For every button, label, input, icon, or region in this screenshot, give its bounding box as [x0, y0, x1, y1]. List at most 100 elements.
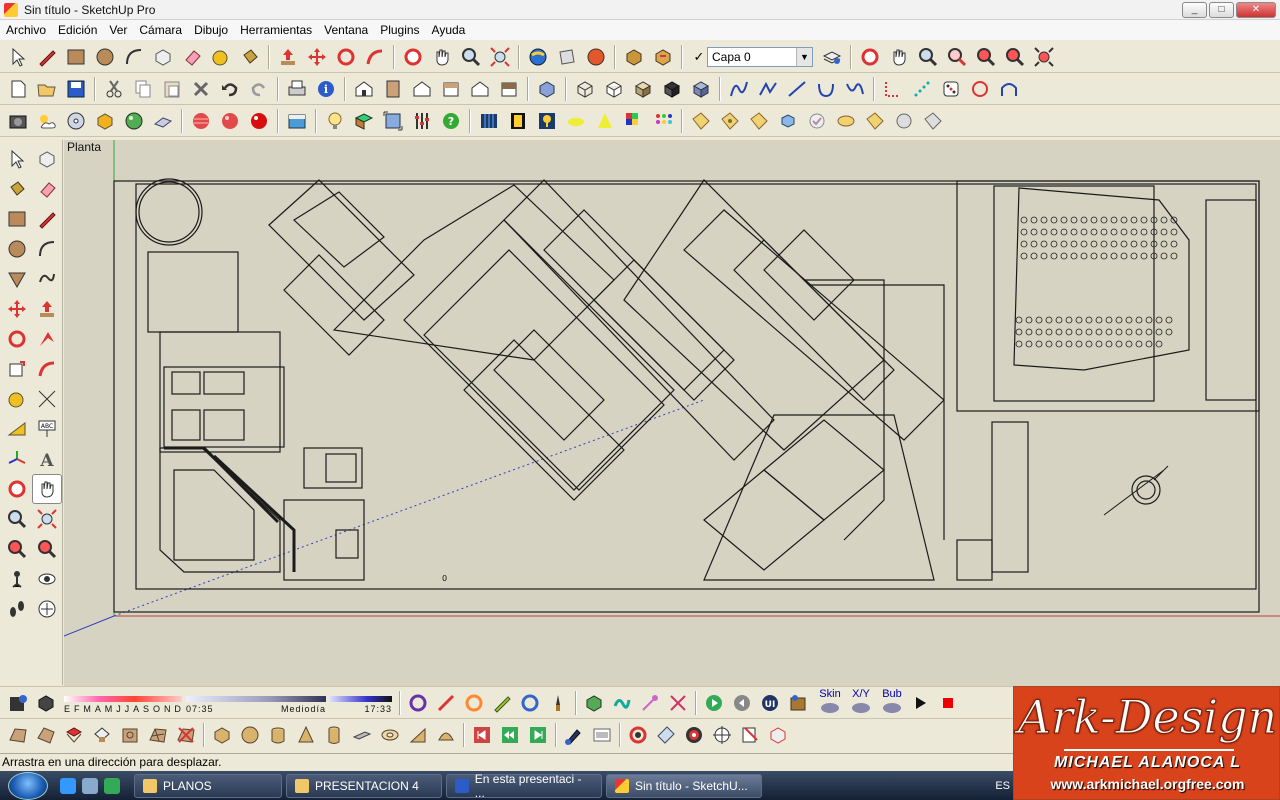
taskbar-item-presentacion[interactable]: PRESENTACION 4: [286, 773, 442, 798]
menu-plugins[interactable]: Plugins: [374, 23, 425, 37]
taskbar-item-sketchup[interactable]: Sin título - SketchU...: [606, 773, 762, 798]
green-pencil-icon[interactable]: [488, 689, 516, 717]
hidden-line-style-icon[interactable]: [600, 75, 628, 103]
help-icon[interactable]: ?: [437, 107, 465, 135]
pink-pin-icon[interactable]: [636, 689, 664, 717]
tape-measure-icon[interactable]: [207, 43, 235, 71]
push-pull-left-icon[interactable]: [32, 294, 62, 324]
add-detail-icon[interactable]: [144, 721, 172, 749]
messenger-icon[interactable]: [104, 777, 120, 794]
light-icon[interactable]: [321, 107, 349, 135]
circle-icon[interactable]: [2, 234, 32, 264]
bomb-tool-icon[interactable]: [624, 721, 652, 749]
play-green-icon[interactable]: [700, 689, 728, 717]
new-file-icon[interactable]: [4, 75, 32, 103]
anim-first-icon[interactable]: [468, 721, 496, 749]
model-info-icon[interactable]: i: [312, 75, 340, 103]
place-model-icon[interactable]: [582, 43, 610, 71]
play-icon[interactable]: [906, 689, 934, 717]
anim-last-icon[interactable]: [524, 721, 552, 749]
ui-icon[interactable]: UI: [756, 689, 784, 717]
pan-tool-icon[interactable]: [428, 43, 456, 71]
zoom-window-icon[interactable]: [943, 43, 971, 71]
axes-icon[interactable]: [2, 444, 32, 474]
follow-me-left-icon[interactable]: [32, 324, 62, 354]
walkthrough-orbit-icon[interactable]: [856, 43, 884, 71]
tag-material-3-icon[interactable]: [745, 107, 773, 135]
arc-icon[interactable]: [32, 234, 62, 264]
solid-torus-icon[interactable]: [376, 721, 404, 749]
target-tool-icon[interactable]: [680, 721, 708, 749]
tape-measure-left-icon[interactable]: [2, 384, 32, 414]
orbit-left-icon[interactable]: [2, 474, 32, 504]
compass-tool-icon[interactable]: [708, 721, 736, 749]
3d-text-icon[interactable]: A: [32, 444, 62, 474]
front-view-icon[interactable]: [408, 75, 436, 103]
section-plane-icon[interactable]: [32, 594, 62, 624]
yellow-disc-icon[interactable]: [562, 107, 590, 135]
tag-material-icon[interactable]: [687, 107, 715, 135]
camera-icon[interactable]: [4, 107, 32, 135]
grey-tag-icon[interactable]: [919, 107, 947, 135]
time-slider[interactable]: 07:35 Mediodía: [186, 690, 326, 716]
follow-me-icon[interactable]: [361, 43, 389, 71]
walk-icon[interactable]: [2, 594, 32, 624]
month-slider[interactable]: E F M A M J J A S O N D: [64, 690, 182, 716]
language-indicator[interactable]: ES: [995, 780, 1010, 792]
shadow-settings-icon[interactable]: [4, 689, 32, 717]
pencil-tool-icon[interactable]: [33, 43, 61, 71]
text-tool-icon[interactable]: ABC: [32, 414, 62, 444]
drawing-viewport[interactable]: Planta 0: [64, 140, 1280, 686]
red-sphere-striped-icon[interactable]: [187, 107, 215, 135]
next-view-icon[interactable]: [1001, 43, 1029, 71]
minimize-button[interactable]: _: [1182, 2, 1207, 18]
layer-manager-icon[interactable]: [818, 43, 846, 71]
xy-button[interactable]: X/Y: [847, 688, 875, 717]
right-view-icon[interactable]: [437, 75, 465, 103]
shadow-date-slider[interactable]: E F M A M J J A S O N D 07:35 Mediodía 1…: [64, 690, 392, 716]
polygon-icon[interactable]: [2, 264, 32, 294]
position-camera-icon[interactable]: [2, 564, 32, 594]
tag-material-4-icon[interactable]: [861, 107, 889, 135]
select-arrow-icon[interactable]: [2, 144, 32, 174]
sky-icon[interactable]: [33, 107, 61, 135]
offset-icon[interactable]: [32, 354, 62, 384]
make-component-icon[interactable]: [149, 43, 177, 71]
teal-curve-icon[interactable]: [608, 689, 636, 717]
solid-cone-icon[interactable]: [292, 721, 320, 749]
cube-material-icon[interactable]: [91, 107, 119, 135]
render-region-icon[interactable]: [379, 107, 407, 135]
reload-tool-icon[interactable]: [404, 689, 432, 717]
save-file-icon[interactable]: [62, 75, 90, 103]
arch-curve-icon[interactable]: [995, 75, 1023, 103]
check-disc-icon[interactable]: [803, 107, 831, 135]
solid-plate-icon[interactable]: [348, 721, 376, 749]
red-sphere-glossy-icon[interactable]: [245, 107, 273, 135]
skin-button[interactable]: Skin: [816, 688, 844, 717]
rewind-icon[interactable]: [728, 689, 756, 717]
menu-ventana[interactable]: Ventana: [318, 23, 374, 37]
previous-left-icon[interactable]: [2, 534, 32, 564]
rectangle-icon[interactable]: [2, 204, 32, 234]
animation-icon[interactable]: [504, 107, 532, 135]
eraser-tool-icon[interactable]: [178, 43, 206, 71]
back-view-icon[interactable]: [466, 75, 494, 103]
shaded-style-icon[interactable]: [629, 75, 657, 103]
undo-icon[interactable]: [216, 75, 244, 103]
disc-icon[interactable]: [62, 107, 90, 135]
print-icon[interactable]: [283, 75, 311, 103]
look-around-icon[interactable]: [32, 564, 62, 594]
color-dots-icon[interactable]: [649, 107, 677, 135]
move-icon[interactable]: [2, 294, 32, 324]
smoove-icon[interactable]: [60, 721, 88, 749]
ruler-tool-icon[interactable]: [652, 721, 680, 749]
red-line-icon[interactable]: [432, 689, 460, 717]
copy-icon[interactable]: [129, 75, 157, 103]
image-frame-icon[interactable]: [588, 721, 616, 749]
zoom-tool-icon[interactable]: [457, 43, 485, 71]
wireframe-style-icon[interactable]: [571, 75, 599, 103]
flip-edge-icon[interactable]: [172, 721, 200, 749]
rectangle-tool-icon[interactable]: [62, 43, 90, 71]
freehand-icon[interactable]: [32, 264, 62, 294]
share-model-icon[interactable]: [649, 43, 677, 71]
